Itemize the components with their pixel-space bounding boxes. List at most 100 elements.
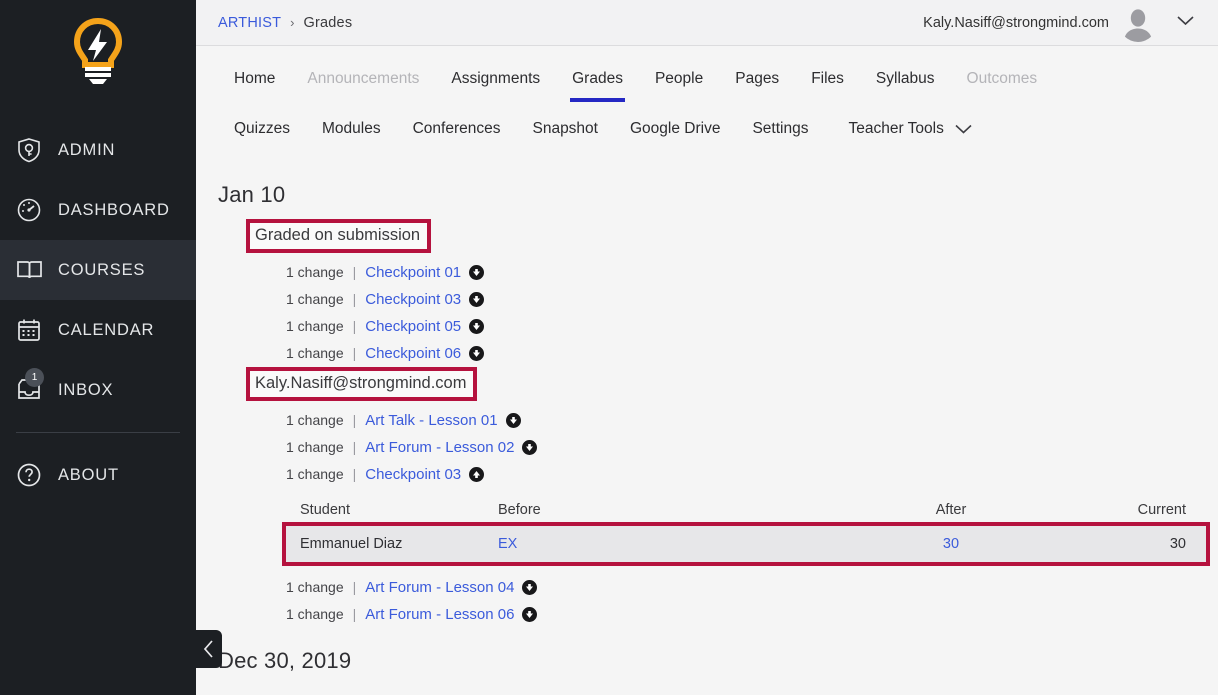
separator: | bbox=[352, 579, 357, 596]
question-circle-icon bbox=[14, 460, 44, 490]
change-count: 1 change bbox=[286, 606, 344, 623]
avatar[interactable] bbox=[1119, 4, 1157, 42]
change-count: 1 change bbox=[286, 439, 344, 456]
chevron-down-icon bbox=[1177, 15, 1194, 25]
breadcrumb: ARTHIST › Grades bbox=[218, 15, 352, 31]
tab-settings[interactable]: Settings bbox=[736, 112, 824, 148]
calendar-icon bbox=[14, 315, 44, 345]
expand-down-icon[interactable] bbox=[469, 291, 485, 307]
sidebar-item-courses[interactable]: COURSES bbox=[0, 240, 196, 300]
separator: | bbox=[352, 439, 357, 456]
cell-before-grade[interactable]: EX bbox=[486, 525, 816, 562]
table-header-row: Student Before After Current bbox=[286, 498, 1206, 526]
change-group-1: 1 change | Checkpoint 01 1 change | Chec… bbox=[218, 259, 1198, 367]
change-count: 1 change bbox=[286, 579, 344, 596]
expand-down-icon[interactable] bbox=[522, 579, 538, 595]
sidebar-item-label: DASHBOARD bbox=[58, 200, 170, 219]
tab-announcements[interactable]: Announcements bbox=[291, 62, 435, 98]
sidebar-nav: ADMIN DASHBOARD COURSES CALENDAR 1 INBOX… bbox=[0, 120, 196, 505]
breadcrumb-course-link[interactable]: ARTHIST bbox=[218, 15, 281, 31]
account-email: Kaly.Nasiff@strongmind.com bbox=[923, 14, 1109, 31]
assignment-link[interactable]: Art Talk - Lesson 01 bbox=[365, 412, 497, 429]
sidebar-item-label: ADMIN bbox=[58, 140, 116, 159]
assignment-link[interactable]: Checkpoint 03 bbox=[365, 466, 461, 483]
gradebook-history-content: Jan 10 Graded on submission 1 change | C… bbox=[196, 152, 1218, 695]
assignment-link[interactable]: Art Forum - Lesson 04 bbox=[365, 579, 514, 596]
cell-current-grade: 30 bbox=[1086, 525, 1206, 562]
breadcrumb-separator: › bbox=[290, 15, 295, 30]
course-nav-row-1: Home Announcements Assignments Grades Pe… bbox=[196, 62, 1218, 102]
sidebar-item-dashboard[interactable]: DASHBOARD bbox=[0, 180, 196, 240]
assignment-link[interactable]: Checkpoint 05 bbox=[365, 318, 461, 335]
tab-assignments[interactable]: Assignments bbox=[435, 62, 556, 98]
column-header-after: After bbox=[935, 501, 967, 518]
tab-syllabus[interactable]: Syllabus bbox=[860, 62, 951, 98]
change-row: 1 change | Checkpoint 06 bbox=[286, 340, 1198, 367]
separator: | bbox=[352, 291, 357, 308]
table-body: Emmanuel Diaz EX 30 30 bbox=[282, 521, 1210, 566]
separator: | bbox=[352, 606, 357, 623]
separator: | bbox=[352, 412, 357, 429]
assignment-link[interactable]: Checkpoint 06 bbox=[365, 345, 461, 362]
tab-modules[interactable]: Modules bbox=[306, 112, 397, 148]
tab-pages[interactable]: Pages bbox=[719, 62, 795, 98]
expand-down-icon[interactable] bbox=[522, 439, 538, 455]
collapse-up-icon[interactable] bbox=[469, 466, 485, 482]
tab-google-drive[interactable]: Google Drive bbox=[614, 112, 736, 148]
change-row: 1 change | Checkpoint 03 bbox=[286, 286, 1198, 313]
group-heading-grader-email: Kaly.Nasiff@strongmind.com bbox=[246, 366, 478, 401]
group-heading-graded-on-submission: Graded on submission bbox=[246, 219, 432, 253]
tab-outcomes[interactable]: Outcomes bbox=[951, 62, 1054, 98]
change-row: 1 change | Checkpoint 05 bbox=[286, 313, 1198, 340]
separator: | bbox=[352, 466, 357, 483]
change-row-expanded: 1 change | Checkpoint 03 bbox=[286, 461, 1198, 488]
change-row: 1 change | Art Talk - Lesson 01 bbox=[286, 407, 1198, 434]
account-menu-button[interactable] bbox=[1167, 10, 1204, 36]
change-row: 1 change | Art Forum - Lesson 02 bbox=[286, 434, 1198, 461]
day-heading: Jan 10 bbox=[218, 182, 286, 207]
tab-people[interactable]: People bbox=[639, 62, 719, 98]
assignment-link[interactable]: Checkpoint 03 bbox=[365, 291, 461, 308]
sidebar-item-calendar[interactable]: CALENDAR bbox=[0, 300, 196, 360]
expand-down-icon[interactable] bbox=[469, 318, 485, 334]
separator: | bbox=[352, 318, 357, 335]
sidebar-item-label: CALENDAR bbox=[58, 320, 155, 339]
tab-grades[interactable]: Grades bbox=[556, 62, 639, 102]
sidebar-item-about[interactable]: ABOUT bbox=[0, 445, 196, 505]
collapse-sidebar-button[interactable] bbox=[196, 630, 222, 668]
expand-down-icon[interactable] bbox=[505, 412, 521, 428]
change-count: 1 change bbox=[286, 345, 344, 362]
cell-after-grade[interactable]: 30 bbox=[816, 525, 1086, 562]
sidebar-item-label: INBOX bbox=[58, 380, 114, 399]
expand-down-icon[interactable] bbox=[469, 264, 485, 280]
table-row: Emmanuel Diaz EX 30 30 bbox=[282, 521, 1210, 566]
sidebar-item-admin[interactable]: ADMIN bbox=[0, 120, 196, 180]
assignment-link[interactable]: Art Forum - Lesson 02 bbox=[365, 439, 514, 456]
tab-snapshot[interactable]: Snapshot bbox=[516, 112, 614, 148]
assignment-link[interactable]: Art Forum - Lesson 06 bbox=[365, 606, 514, 623]
sidebar-item-inbox[interactable]: 1 INBOX bbox=[0, 360, 196, 420]
tab-conferences[interactable]: Conferences bbox=[397, 112, 517, 148]
chevron-down-icon bbox=[955, 124, 972, 134]
top-bar: ARTHIST › Grades Kaly.Nasiff@strongmind.… bbox=[196, 0, 1218, 46]
assignment-link[interactable]: Checkpoint 01 bbox=[365, 264, 461, 281]
tab-files[interactable]: Files bbox=[795, 62, 860, 98]
tab-home[interactable]: Home bbox=[218, 62, 291, 98]
inbox-tray-icon: 1 bbox=[14, 368, 44, 405]
global-sidebar: ADMIN DASHBOARD COURSES CALENDAR 1 INBOX… bbox=[0, 0, 222, 695]
main-area: ARTHIST › Grades Kaly.Nasiff@strongmind.… bbox=[196, 0, 1218, 695]
book-icon bbox=[14, 255, 44, 285]
tab-quizzes[interactable]: Quizzes bbox=[218, 112, 306, 148]
gauge-icon bbox=[14, 195, 44, 225]
teacher-tools-label: Teacher Tools bbox=[848, 120, 944, 137]
teacher-tools-menu[interactable]: Teacher Tools bbox=[824, 112, 989, 148]
expand-down-icon[interactable] bbox=[522, 606, 538, 622]
change-count: 1 change bbox=[286, 318, 344, 335]
change-group-2: 1 change | Art Talk - Lesson 01 1 change… bbox=[218, 407, 1210, 628]
brand-logo[interactable] bbox=[0, 0, 196, 104]
account-area: Kaly.Nasiff@strongmind.com bbox=[923, 4, 1204, 42]
change-row: 1 change | Art Forum - Lesson 04 bbox=[286, 574, 1198, 601]
column-header-student: Student bbox=[300, 501, 350, 518]
inbox-unread-badge: 1 bbox=[25, 368, 44, 387]
expand-down-icon[interactable] bbox=[469, 345, 485, 361]
